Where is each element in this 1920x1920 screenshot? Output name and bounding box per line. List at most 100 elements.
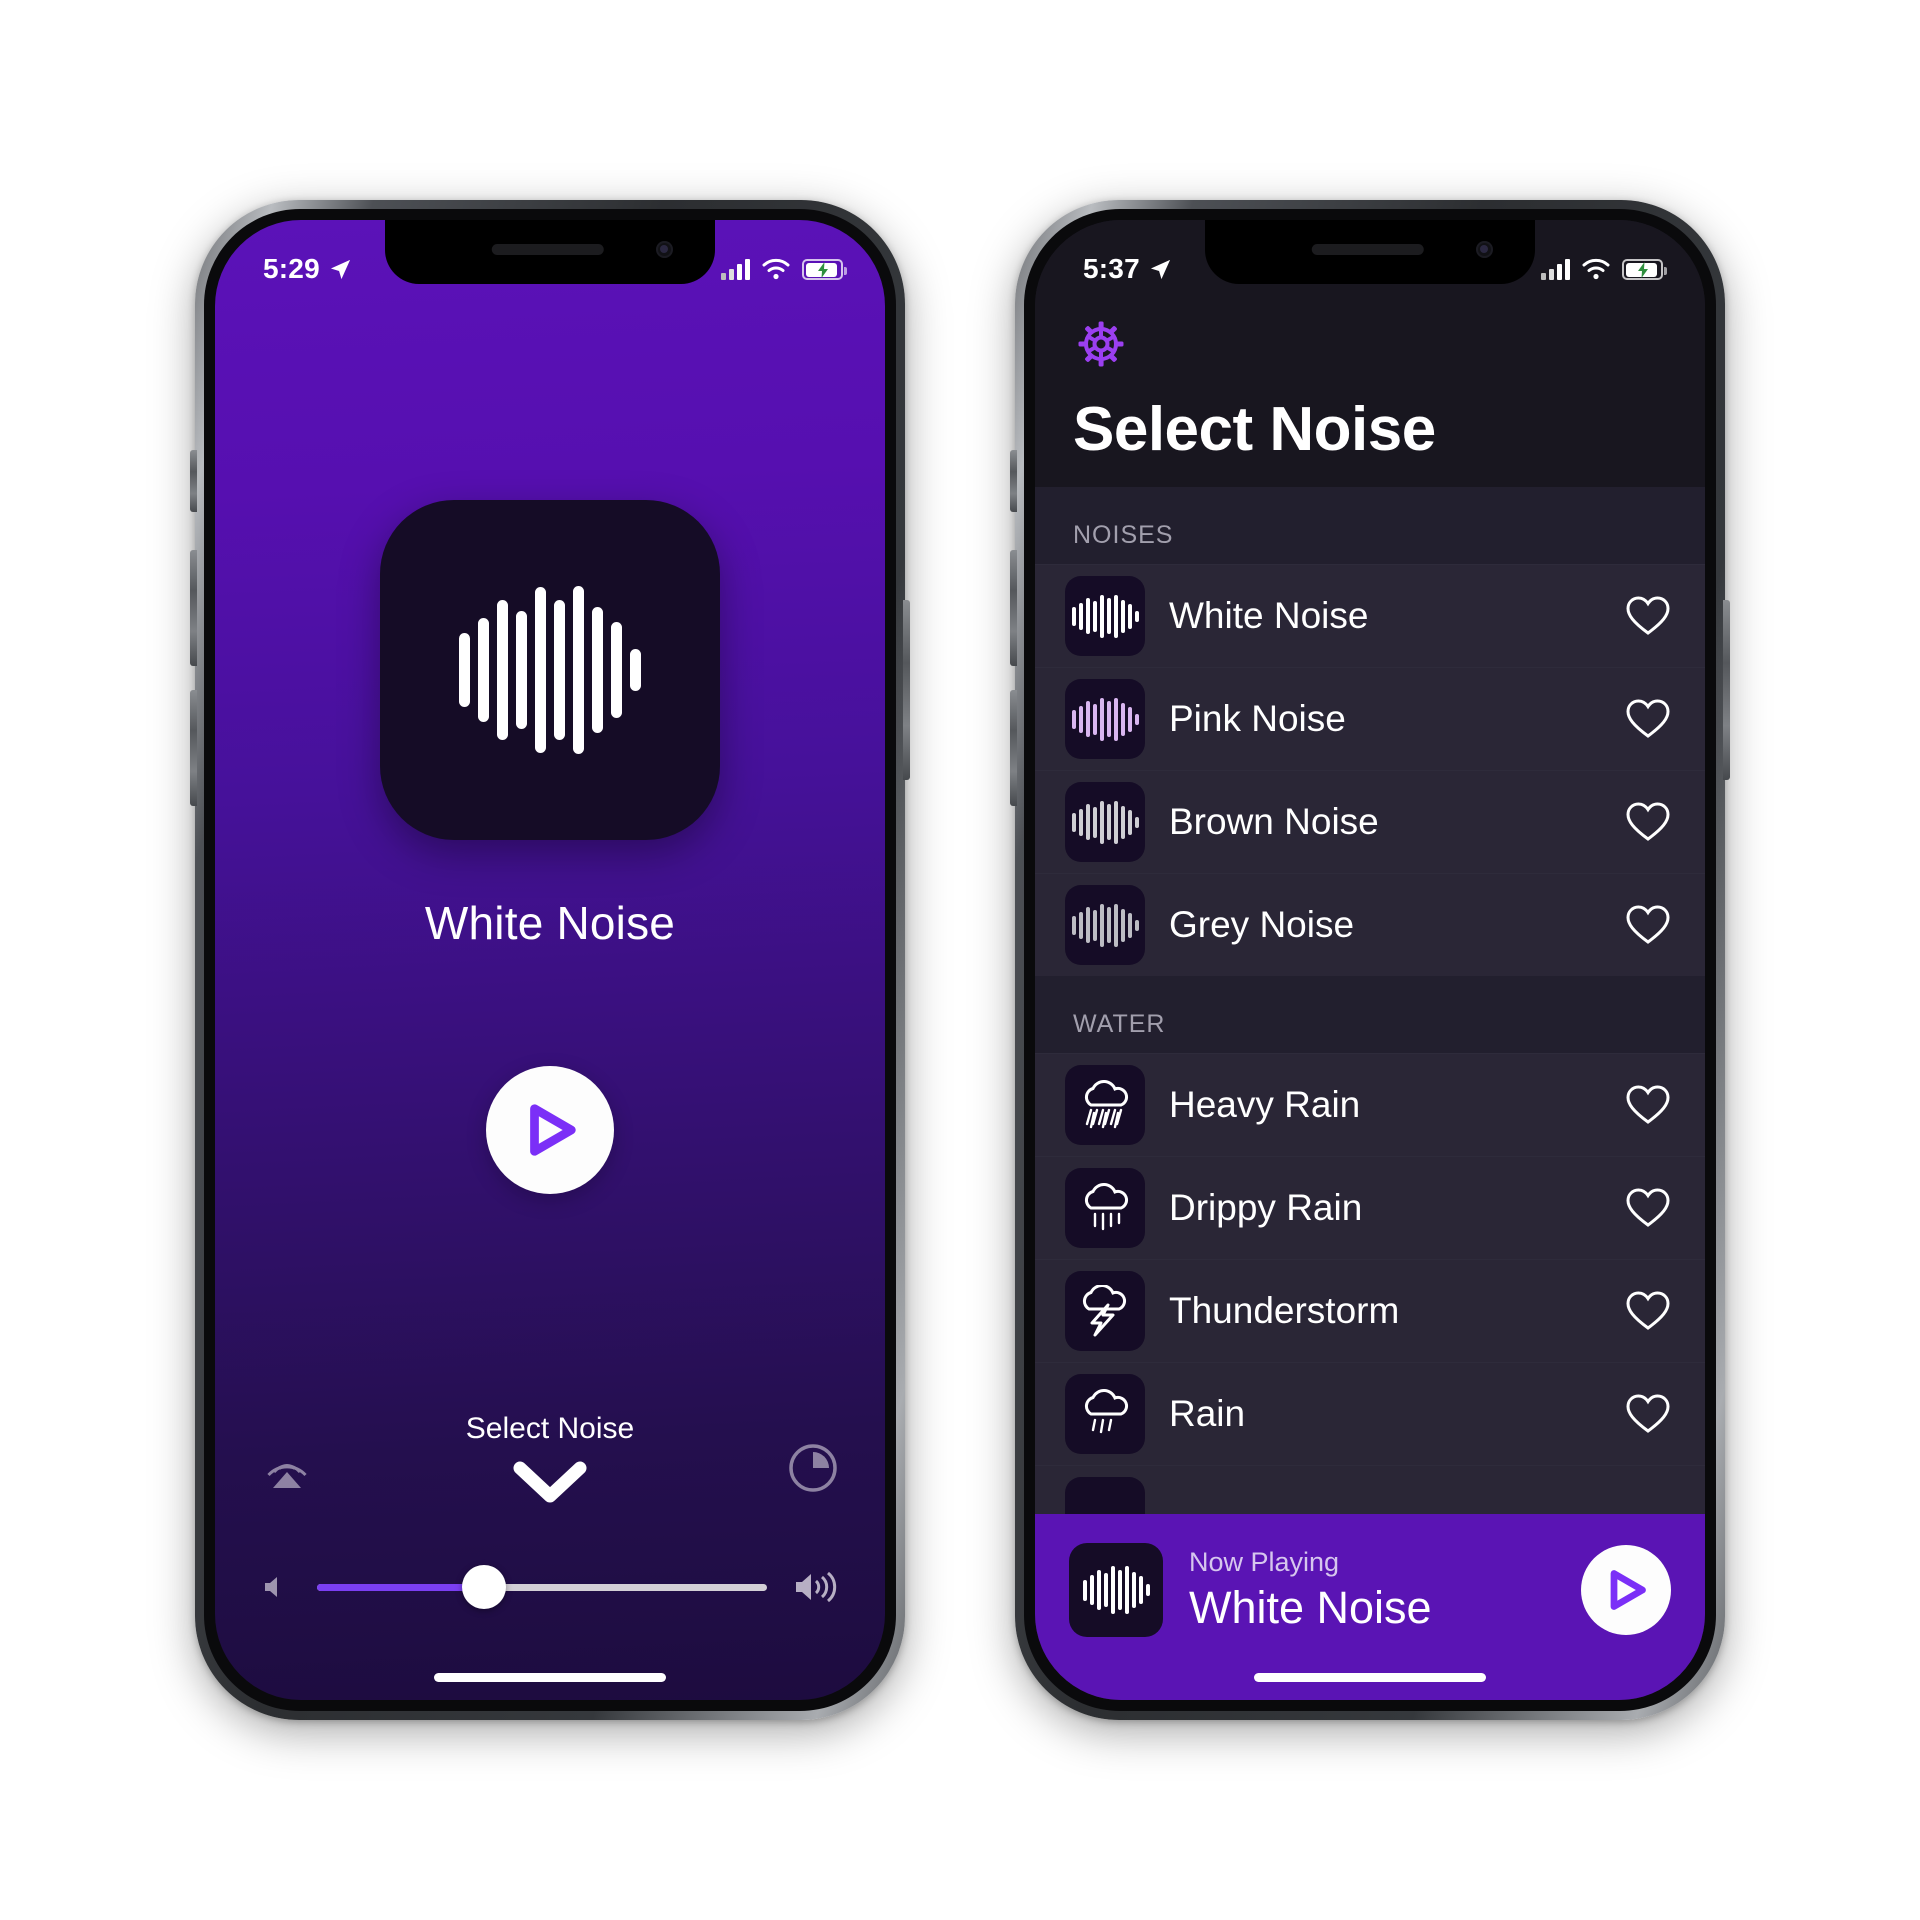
status-bar-left: 5:29 [263, 253, 352, 285]
sound-wave-icon [459, 585, 641, 755]
now-playing-label: Now Playing [1189, 1546, 1340, 1577]
list-item-drippy-rain[interactable]: Drippy Rain [1035, 1156, 1705, 1259]
list-item-label: Brown Noise [1169, 801, 1379, 842]
sound-wave-icon [1071, 800, 1139, 844]
volume-slider-knob[interactable] [461, 1565, 506, 1609]
page-title: Select Noise [1073, 395, 1436, 464]
phone-device-list: Select Noise NOISES White Noise Pink Noi… [1010, 200, 1730, 1720]
noise-thumbnail [1065, 1065, 1145, 1145]
list-item-pink-noise[interactable]: Pink Noise [1035, 667, 1705, 770]
album-art [380, 500, 720, 840]
heart-outline-icon[interactable] [1625, 1290, 1671, 1332]
device-notch [1205, 220, 1535, 284]
volume-down-button[interactable] [1010, 690, 1017, 806]
wifi-icon [1582, 258, 1610, 280]
section-header-noises: NOISES [1035, 487, 1705, 564]
battery-charging-icon [1622, 259, 1667, 280]
phone-bezel: White Noise Select Noise 5:29 [204, 209, 896, 1711]
chevron-down-icon[interactable] [512, 1460, 588, 1504]
sound-wave-icon [1071, 697, 1139, 741]
list-item-rain[interactable]: Rain [1035, 1362, 1705, 1465]
heart-outline-icon[interactable] [1625, 595, 1671, 637]
gear-icon[interactable] [1073, 316, 1129, 372]
rain-icon [1084, 1389, 1129, 1434]
noise-thumbnail [1065, 1271, 1145, 1351]
home-indicator[interactable] [434, 1673, 666, 1682]
list-item-label: Thunderstorm [1169, 1290, 1400, 1331]
wifi-icon [762, 258, 790, 280]
device-notch [385, 220, 715, 284]
location-arrow-icon [330, 259, 350, 279]
airplay-icon[interactable] [261, 1442, 313, 1494]
heart-outline-icon[interactable] [1625, 698, 1671, 740]
list-item-label: Grey Noise [1169, 904, 1355, 945]
section-header-water: WATER [1035, 976, 1705, 1053]
mute-switch[interactable] [190, 450, 197, 512]
sound-wave-icon [1082, 1566, 1150, 1614]
select-noise-control[interactable]: Select Noise [215, 1412, 885, 1504]
sleep-timer-icon[interactable] [787, 1442, 839, 1494]
screenshot-canvas: White Noise Select Noise 5:29 Select Noi… [0, 0, 1920, 1920]
heart-outline-icon[interactable] [1625, 1187, 1671, 1229]
heart-outline-icon[interactable] [1625, 801, 1671, 843]
track-title: White Noise [424, 897, 676, 949]
volume-slider-fill [317, 1583, 484, 1591]
noise-thumbnail [1065, 679, 1145, 759]
list-item-label: White Noise [1169, 595, 1369, 636]
status-bar-left: 5:37 [1083, 253, 1172, 285]
location-arrow-icon [1150, 259, 1170, 279]
volume-down-button[interactable] [190, 690, 197, 806]
battery-charging-icon [802, 259, 847, 280]
phone-device-player: White Noise Select Noise 5:29 [190, 200, 910, 1720]
noise-thumbnail [1065, 576, 1145, 656]
play-button[interactable] [486, 1066, 614, 1194]
select-noise-screen: Select Noise NOISES White Noise Pink Noi… [1035, 220, 1705, 1700]
heart-outline-icon[interactable] [1625, 904, 1671, 946]
noise-thumbnail [1065, 782, 1145, 862]
sound-wave-icon [1071, 594, 1139, 638]
thunderstorm-icon [1082, 1285, 1127, 1337]
drippy-rain-icon [1084, 1183, 1129, 1231]
power-button[interactable] [1723, 600, 1730, 780]
noise-thumbnail [1065, 885, 1145, 965]
status-time: 5:29 [263, 253, 320, 284]
heart-outline-icon[interactable] [1625, 1393, 1671, 1435]
list-item-label: Rain [1169, 1393, 1246, 1434]
cellular-signal-icon [721, 258, 750, 280]
status-time: 5:37 [1083, 253, 1140, 284]
cellular-signal-icon [1541, 258, 1570, 280]
home-indicator[interactable] [1254, 1673, 1486, 1682]
list-item-white-noise[interactable]: White Noise [1035, 564, 1705, 667]
list-item-grey-noise[interactable]: Grey Noise [1035, 873, 1705, 976]
now-playing-thumbnail [1069, 1543, 1163, 1637]
list-item-heavy-rain[interactable]: Heavy Rain [1035, 1053, 1705, 1156]
list-item-label: Heavy Rain [1169, 1084, 1361, 1125]
heart-outline-icon[interactable] [1625, 1084, 1671, 1126]
volume-up-button[interactable] [190, 550, 197, 666]
front-camera [1476, 241, 1493, 258]
volume-low-icon [265, 1577, 277, 1597]
noise-thumbnail [1065, 1168, 1145, 1248]
volume-high-icon [796, 1571, 837, 1603]
noise-thumbnail [1065, 1374, 1145, 1454]
sound-wave-icon [1071, 903, 1139, 947]
front-camera [656, 241, 673, 258]
list-item-label: Pink Noise [1169, 698, 1346, 739]
power-button[interactable] [903, 600, 910, 780]
volume-slider-track[interactable] [317, 1565, 767, 1609]
mute-switch[interactable] [1010, 450, 1017, 512]
list-item-label: Drippy Rain [1169, 1187, 1363, 1228]
volume-up-button[interactable] [1010, 550, 1017, 666]
heavy-rain-icon [1084, 1080, 1129, 1129]
status-bar-right [721, 258, 847, 280]
now-playing-text: Now Playing White Noise [1189, 1547, 1555, 1634]
select-noise-label: Select Noise [465, 1412, 635, 1445]
phone-screen-player: White Noise Select Noise 5:29 [215, 220, 885, 1700]
phone-bezel: Select Noise NOISES White Noise Pink Noi… [1024, 209, 1716, 1711]
play-icon [1610, 1570, 1646, 1610]
play-button[interactable] [1581, 1545, 1671, 1635]
list-item-thunderstorm[interactable]: Thunderstorm [1035, 1259, 1705, 1362]
volume-slider-row[interactable] [215, 1565, 885, 1609]
earpiece-speaker [1311, 244, 1424, 255]
list-item-brown-noise[interactable]: Brown Noise [1035, 770, 1705, 873]
